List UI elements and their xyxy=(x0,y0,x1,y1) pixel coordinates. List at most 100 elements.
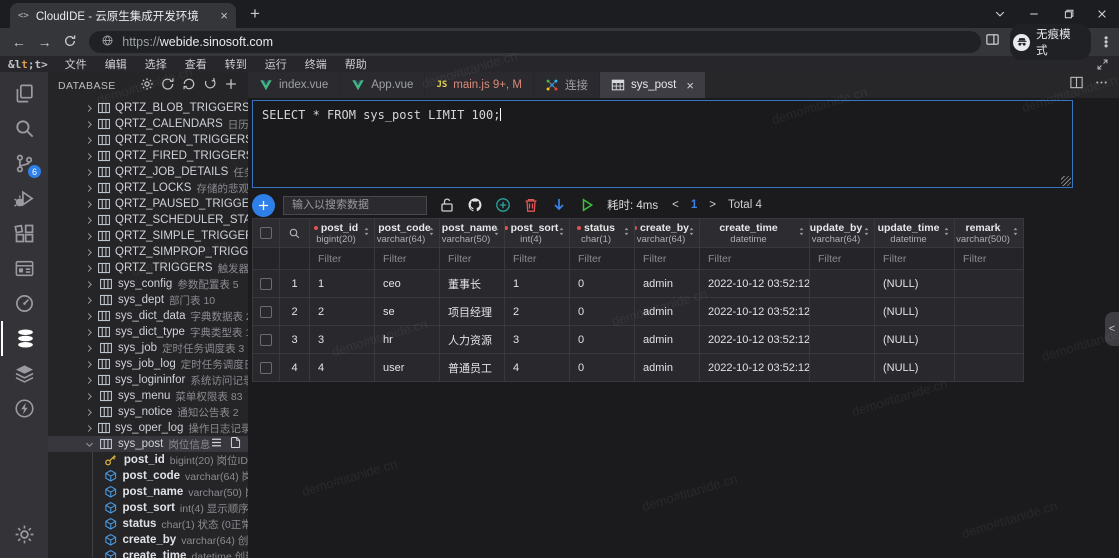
add-circle-icon[interactable] xyxy=(495,197,511,213)
browser-menu-icon[interactable]: ••• xyxy=(1101,36,1111,48)
grid-cell[interactable]: admin xyxy=(635,326,700,354)
row-checkbox[interactable] xyxy=(252,270,280,298)
menu-item[interactable]: 编辑 xyxy=(96,56,136,72)
filter-input-remark[interactable] xyxy=(955,248,1023,269)
run-debug-icon[interactable] xyxy=(1,181,47,216)
grid-cell[interactable]: (NULL) xyxy=(875,270,955,298)
grid-cell[interactable]: 4 xyxy=(310,354,375,382)
chevron-right-icon[interactable] xyxy=(84,359,95,370)
history-icon[interactable] xyxy=(182,77,196,96)
filter-input-create_by[interactable] xyxy=(635,248,699,269)
grid-cell[interactable]: (NULL) xyxy=(875,354,955,382)
chevron-right-icon[interactable] xyxy=(84,119,95,130)
grid-cell[interactable]: 董事长 xyxy=(440,270,505,298)
view-data-icon[interactable] xyxy=(210,436,223,452)
chevron-right-icon[interactable] xyxy=(84,327,95,338)
tree-item-QRTZ_BLOB_TRIGGERS[interactable]: QRTZ_BLOB_TRIGGERS Blob类型的... xyxy=(48,100,248,116)
grid-cell[interactable] xyxy=(955,354,1024,382)
close-icon[interactable]: × xyxy=(686,78,694,93)
chevron-right-icon[interactable] xyxy=(84,183,95,194)
editor-tab-1[interactable]: App.vue xyxy=(340,72,424,98)
menu-item[interactable]: 终端 xyxy=(296,56,336,72)
chevron-right-icon[interactable] xyxy=(84,151,95,162)
chevron-right-icon[interactable] xyxy=(84,247,95,258)
menu-item[interactable]: 转到 xyxy=(216,56,256,72)
grid-cell[interactable]: 0 xyxy=(570,298,635,326)
tree-column-post_name[interactable]: post_name varchar(50) 岗位名称 xyxy=(48,484,248,500)
tree-item-sys_job[interactable]: sys_job 定时任务调度表 3 xyxy=(48,340,248,356)
search-input[interactable] xyxy=(283,196,427,215)
forward-button[interactable]: → xyxy=(34,34,56,50)
gauge-icon[interactable] xyxy=(1,286,47,321)
tree-item-sys_notice[interactable]: sys_notice 通知公告表 2 xyxy=(48,404,248,420)
column-header-post_code[interactable]: post_code varchar(64) xyxy=(375,218,440,248)
chevron-right-icon[interactable] xyxy=(84,263,95,274)
grid-cell[interactable]: 1 xyxy=(310,270,375,298)
editor-tab-2[interactable]: JSmain.js 9+, M xyxy=(425,72,533,98)
grid-cell[interactable]: 2 xyxy=(310,298,375,326)
tree-item-sys_dept[interactable]: sys_dept 部门表 10 xyxy=(48,292,248,308)
editor-tab-4[interactable]: sys_post × xyxy=(600,72,705,98)
filter-input-update_time[interactable] xyxy=(875,248,954,269)
grid-cell[interactable]: 普通员工 xyxy=(440,354,505,382)
fullscreen-icon[interactable] xyxy=(1096,58,1119,71)
files-icon[interactable] xyxy=(1,76,47,111)
filter-input-post_id[interactable] xyxy=(310,248,374,269)
grid-cell[interactable]: (NULL) xyxy=(875,326,955,354)
lightning-icon[interactable] xyxy=(1,391,47,426)
split-editor-icon[interactable] xyxy=(1069,75,1084,95)
reload-button[interactable] xyxy=(60,34,82,51)
column-header-post_sort[interactable]: post_sort int(4) xyxy=(505,218,570,248)
tree-item-sys_dict_data[interactable]: sys_dict_data 字典数据表 28 xyxy=(48,308,248,324)
tree-column-post_code[interactable]: post_code varchar(64) 岗位编码 xyxy=(48,468,248,484)
filter-input-status[interactable] xyxy=(570,248,634,269)
grid-cell[interactable]: 0 xyxy=(570,270,635,298)
tree-column-post_id[interactable]: post_id bigint(20) 岗位ID xyxy=(48,452,248,468)
sort-icon[interactable] xyxy=(556,226,567,240)
filter-input-post_code[interactable] xyxy=(375,248,439,269)
sync-icon[interactable] xyxy=(161,77,175,96)
grid-cell[interactable]: 3 xyxy=(310,326,375,354)
menu-item[interactable]: 文件 xyxy=(56,56,96,72)
sort-icon[interactable] xyxy=(796,226,807,240)
chevron-right-icon[interactable] xyxy=(84,167,95,178)
browser-tab[interactable]: <> CloudIDE - 云原生集成开发环境 × xyxy=(10,3,236,28)
grid-cell[interactable] xyxy=(810,298,875,326)
column-header-create_time[interactable]: create_time datetime xyxy=(700,218,810,248)
filter-input-post_name[interactable] xyxy=(440,248,504,269)
sort-icon[interactable] xyxy=(1010,226,1021,240)
chevron-right-icon[interactable] xyxy=(84,215,95,226)
chevron-right-icon[interactable] xyxy=(84,391,97,402)
sql-editor[interactable]: SELECT * FROM sys_post LIMIT 100; xyxy=(252,100,1073,188)
more-actions-icon[interactable] xyxy=(1094,75,1109,95)
tree-item-sys_logininfor[interactable]: sys_logininfor 系统访问记录 6 xyxy=(48,372,248,388)
chevron-right-icon[interactable] xyxy=(84,375,95,386)
new-tab-button[interactable]: + xyxy=(250,4,260,28)
tree-item-QRTZ_FIRED_TRIGGERS[interactable]: QRTZ_FIRED_TRIGGERS 已触发的触... xyxy=(48,148,248,164)
chevron-down-icon[interactable] xyxy=(84,439,97,450)
tree-column-status[interactable]: status char(1) 状态 (0正常 1停用) xyxy=(48,516,248,532)
export-down-icon[interactable] xyxy=(551,197,567,213)
chevron-right-icon[interactable] xyxy=(84,199,95,210)
chevron-right-icon[interactable] xyxy=(84,407,97,418)
tree-item-QRTZ_SIMPROP_TRIGGERS[interactable]: QRTZ_SIMPROP_TRIGGERS 同步机... xyxy=(48,244,248,260)
grid-cell[interactable] xyxy=(810,354,875,382)
filter-input-create_time[interactable] xyxy=(700,248,809,269)
grid-cell[interactable]: admin xyxy=(635,298,700,326)
tree-item-QRTZ_CRON_TRIGGERS[interactable]: QRTZ_CRON_TRIGGERS Cron类型... xyxy=(48,132,248,148)
new-query-icon[interactable] xyxy=(229,436,242,452)
tree-item-sys_post[interactable]: sys_post 岗位信息表 4 xyxy=(48,436,248,452)
tree-item-QRTZ_TRIGGERS[interactable]: QRTZ_TRIGGERS 触发器详细信息表 3 xyxy=(48,260,248,276)
tree-item-sys_job_log[interactable]: sys_job_log 定时任务调度日志表 0 xyxy=(48,356,248,372)
side-panel-icon[interactable] xyxy=(985,32,1000,52)
sort-icon[interactable] xyxy=(686,226,697,240)
chevron-right-icon[interactable] xyxy=(84,295,97,306)
sort-icon[interactable] xyxy=(361,226,372,240)
grid-cell[interactable]: (NULL) xyxy=(875,298,955,326)
row-checkbox[interactable] xyxy=(252,326,280,354)
column-header-update_by[interactable]: update_by varchar(64) xyxy=(810,218,875,248)
grid-cell[interactable]: 0 xyxy=(570,354,635,382)
menu-item[interactable]: 选择 xyxy=(136,56,176,72)
filter-input-post_sort[interactable] xyxy=(505,248,569,269)
unlock-icon[interactable] xyxy=(439,197,455,213)
